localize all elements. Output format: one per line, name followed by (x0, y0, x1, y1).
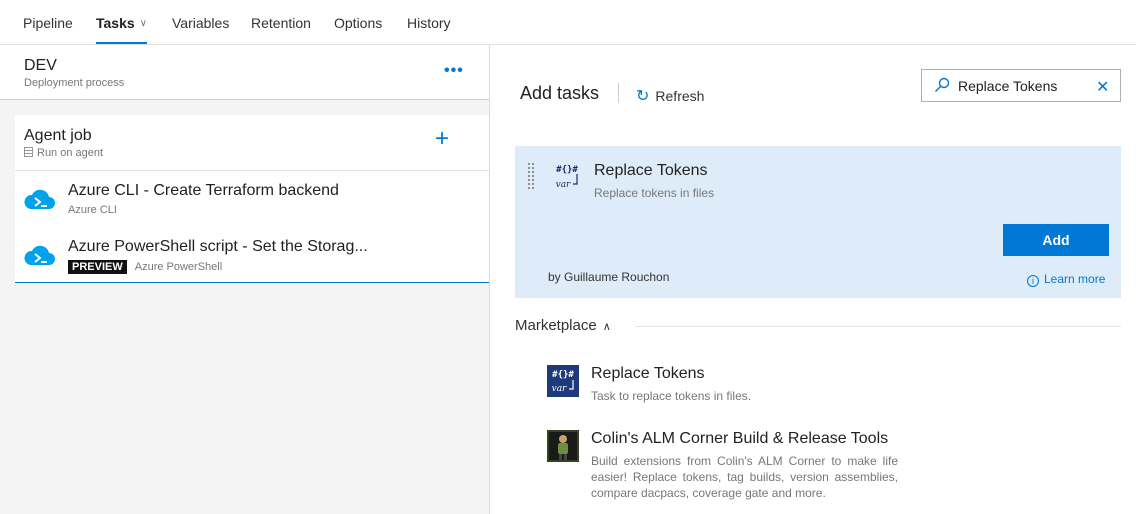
add-tasks-panel: Add tasks ↻ Refresh ✕ #{}# var Replace To… (490, 45, 1136, 514)
divider (618, 83, 619, 103)
tab-pipeline[interactable]: Pipeline (23, 15, 73, 44)
marketplace-item-description: Task to replace tokens in files. (591, 389, 752, 403)
server-icon (24, 147, 33, 157)
info-icon: i (1027, 275, 1039, 287)
task-title: Azure CLI - Create Terraform backend (68, 182, 339, 199)
agent-job-title: Agent job (24, 127, 92, 144)
refresh-icon: ↻ (636, 88, 650, 105)
stage-header[interactable]: DEV Deployment process ••• (0, 45, 489, 100)
search-icon (935, 77, 950, 92)
selected-task-description: Replace tokens in files (594, 186, 715, 200)
task-item[interactable]: Azure PowerShell script - Set the Storag… (15, 227, 489, 283)
tab-options[interactable]: Options (334, 15, 382, 44)
divider (635, 326, 1121, 327)
pipeline-panel: DEV Deployment process ••• Agent job Run… (0, 45, 490, 514)
tab-history[interactable]: History (407, 15, 451, 44)
replace-tokens-icon-bottom: var (556, 180, 571, 190)
task-item[interactable]: Azure CLI - Create Terraform backend Azu… (15, 171, 489, 227)
add-tasks-title: Add tasks (520, 83, 600, 103)
selected-task-card[interactable]: #{}# var Replace Tokens Replace tokens i… (515, 146, 1121, 298)
task-search-box: ✕ (921, 69, 1121, 102)
tab-variables[interactable]: Variables (172, 15, 229, 44)
add-task-plus-icon[interactable]: + (435, 125, 449, 153)
marketplace-icon-top: #{}# (552, 370, 574, 380)
marketplace-icon-bottom: var (552, 384, 567, 394)
replace-tokens-icon: #{}# var (556, 165, 579, 190)
task-subtitle: Azure CLI (68, 204, 117, 216)
azure-cloud-icon (24, 189, 55, 209)
search-input[interactable] (958, 76, 1088, 96)
more-options-icon[interactable]: ••• (444, 62, 464, 80)
add-button[interactable]: Add (1003, 224, 1109, 256)
stage-subtitle: Deployment process (24, 77, 125, 89)
marketplace-item-title: Replace Tokens (591, 365, 705, 382)
agent-job-subtitle: Run on agent (24, 147, 103, 159)
refresh-label: Refresh (655, 88, 705, 104)
marketplace-item-description: Build extensions from Colin's ALM Corner… (591, 454, 898, 500)
stage-title: DEV (24, 57, 57, 74)
task-subtitle-text: Azure PowerShell (134, 261, 223, 273)
agent-job[interactable]: Agent job Run on agent + (15, 115, 489, 171)
preview-badge: PREVIEW (68, 260, 127, 274)
selected-task-title: Replace Tokens (594, 162, 708, 179)
learn-more-link[interactable]: i Learn more (1027, 272, 1105, 287)
drag-handle-icon[interactable] (527, 162, 535, 190)
marketplace-item-title: Colin's ALM Corner Build & Release Tools (591, 430, 889, 447)
marketplace-header[interactable]: Marketplace ∧ (515, 317, 611, 334)
tab-retention[interactable]: Retention (251, 15, 311, 44)
replace-tokens-icon: #{}# var (547, 365, 579, 397)
refresh-button[interactable]: ↻ Refresh (636, 86, 704, 106)
colin-alm-logo-icon (547, 430, 579, 462)
task-author: by Guillaume Rouchon (548, 270, 670, 284)
agent-job-subtitle-text: Run on agent (37, 147, 104, 159)
clear-search-icon[interactable]: ✕ (1096, 77, 1109, 97)
learn-more-label: Learn more (1044, 272, 1106, 286)
azure-cloud-icon (24, 245, 55, 265)
replace-tokens-icon-top: #{}# (556, 165, 578, 175)
marketplace-label: Marketplace (515, 317, 597, 334)
task-title: Azure PowerShell script - Set the Storag… (68, 238, 368, 255)
chevron-up-icon: ∧ (602, 321, 611, 333)
top-tab-bar: Pipeline Tasks ∨ Variables Retention Opti… (0, 0, 1136, 45)
task-subtitle: PREVIEW Azure PowerShell (68, 260, 222, 274)
tab-tasks-label: Tasks (96, 15, 135, 31)
chevron-down-icon[interactable]: ∨ (140, 18, 147, 29)
tab-tasks[interactable]: Tasks ∨ (96, 15, 147, 44)
